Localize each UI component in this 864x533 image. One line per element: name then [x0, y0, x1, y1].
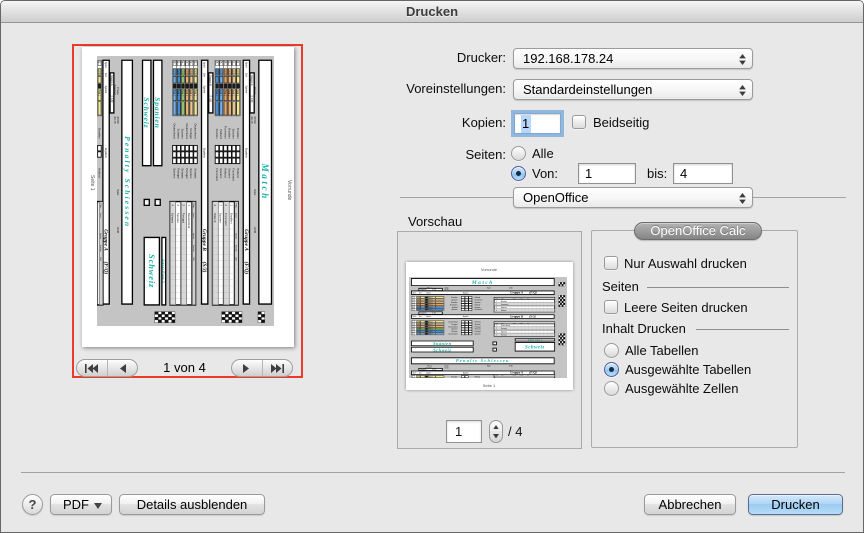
- next-icon: [243, 364, 250, 373]
- presets-popup[interactable]: Standardeinstellungen: [513, 79, 753, 100]
- pages-from-value: 1: [585, 166, 592, 181]
- pages-label: Seiten:: [356, 145, 506, 165]
- pages-section-label: Seiten: [602, 279, 639, 294]
- vorschau-page-stepper[interactable]: [489, 420, 503, 443]
- duplex-label: Beidseitig: [593, 115, 649, 130]
- vorschau-label: Vorschau: [408, 214, 462, 229]
- all-sheets-radio[interactable]: [604, 343, 619, 358]
- next-page-button[interactable]: [232, 360, 262, 376]
- popup-updown-icon: [739, 54, 746, 65]
- vorschau-page-value: 1: [455, 424, 462, 439]
- print-button-label: Drucken: [771, 497, 819, 512]
- last-page-button[interactable]: [262, 360, 293, 376]
- preview-page-landscape-svg: Vorrunde Seite 1: [406, 262, 573, 390]
- vorschau-page-total: / 4: [508, 420, 522, 443]
- popup-updown-icon: [739, 85, 746, 96]
- pages-from-radio[interactable]: [511, 166, 526, 181]
- pages-from-input[interactable]: 1: [578, 163, 636, 184]
- selected-cells-label: Ausgewählte Zellen: [625, 381, 738, 396]
- pages-from-label: Von:: [532, 166, 558, 181]
- print-selection-label: Nur Auswahl drucken: [624, 256, 747, 271]
- page-footer-text: Seite 1: [89, 175, 95, 191]
- vorschau-panel: Vorrunde Seite 1 1 / 4: [397, 231, 582, 449]
- print-dialog: Drucken MatchPhase00:00Spiel10:30Spielze…: [0, 0, 864, 533]
- vorschau-page-input[interactable]: 1: [446, 420, 482, 443]
- dropdown-arrow-icon: [94, 503, 102, 509]
- print-button[interactable]: Drucken: [748, 494, 843, 515]
- presets-popup-value: Standardeinstellungen: [523, 82, 652, 97]
- preview-page-portrait-svg: Seite 1 Vorrunde: [82, 47, 294, 347]
- printer-label: Drucker:: [356, 48, 506, 68]
- preview-page-landscape: Vorrunde Seite 1: [406, 262, 573, 390]
- pages-to-value: 4: [680, 166, 687, 181]
- page-header-text: Vorrunde: [286, 180, 292, 201]
- selected-sheets-radio[interactable]: [604, 362, 619, 377]
- popup-updown-icon: [739, 193, 746, 204]
- skip-to-first-icon: [85, 364, 98, 373]
- app-popup-value: OpenOffice: [523, 190, 589, 205]
- printer-popup-value: 192.168.178.24: [523, 51, 613, 66]
- selected-cells-radio[interactable]: [604, 381, 619, 396]
- presets-label: Voreinstellungen:: [346, 79, 506, 99]
- page-footer-text: Seite 1: [483, 383, 496, 388]
- skip-to-last-icon: [271, 364, 284, 373]
- print-selection-checkbox[interactable]: [604, 256, 618, 270]
- preview-nav-right-group: [231, 359, 293, 377]
- pdf-button-label: PDF: [63, 497, 89, 512]
- copies-input[interactable]: 1: [514, 113, 561, 134]
- print-empty-pages-checkbox[interactable]: [604, 300, 618, 314]
- help-button-label: ?: [29, 497, 37, 512]
- help-button[interactable]: ?: [22, 494, 43, 515]
- previous-page-button[interactable]: [107, 360, 138, 376]
- content-section-label: Inhalt Drucken: [602, 321, 686, 336]
- pages-all-radio[interactable]: [511, 146, 526, 161]
- titlebar: Drucken: [1, 1, 863, 23]
- pages-to-label: bis:: [647, 166, 667, 181]
- cancel-button[interactable]: Abbrechen: [644, 494, 736, 515]
- hide-details-button[interactable]: Details ausblenden: [119, 494, 265, 515]
- duplex-checkbox[interactable]: [572, 115, 586, 129]
- calc-panel-title: OpenOffice Calc: [634, 222, 762, 240]
- printer-popup[interactable]: 192.168.178.24: [513, 48, 753, 69]
- preview-page-portrait: Seite 1 Vorrunde: [82, 47, 294, 347]
- pages-to-input[interactable]: 4: [673, 163, 733, 184]
- hide-details-label: Details ausblenden: [137, 497, 248, 512]
- app-popup[interactable]: OpenOffice: [513, 187, 753, 208]
- first-page-button[interactable]: [77, 360, 107, 376]
- preview-page-count: 1 von 4: [138, 359, 231, 377]
- previous-icon: [119, 364, 126, 373]
- calc-options-panel: OpenOffice Calc Nur Auswahl drucken Seit…: [591, 230, 798, 448]
- copies-label: Kopien:: [356, 113, 506, 133]
- pdf-menu-button[interactable]: PDF: [50, 494, 112, 515]
- stepper-up-icon: [493, 425, 499, 430]
- cancel-button-label: Abbrechen: [659, 497, 722, 512]
- copies-value: 1: [521, 115, 531, 133]
- page-header-text: Vorrunde: [481, 267, 498, 272]
- pages-all-label: Alle: [532, 146, 554, 161]
- preview-nav-left-group: [76, 359, 138, 377]
- print-empty-pages-label: Leere Seiten drucken: [624, 300, 748, 315]
- selected-sheets-label: Ausgewählte Tabellen: [625, 362, 751, 377]
- content-section-line: [696, 329, 789, 330]
- pages-section-line: [647, 287, 789, 288]
- dialog-title: Drucken: [406, 4, 458, 19]
- stepper-down-icon: [493, 434, 499, 439]
- all-sheets-label: Alle Tabellen: [625, 343, 698, 358]
- footer-divider: [21, 472, 845, 473]
- stepper-down-button[interactable]: [490, 431, 502, 442]
